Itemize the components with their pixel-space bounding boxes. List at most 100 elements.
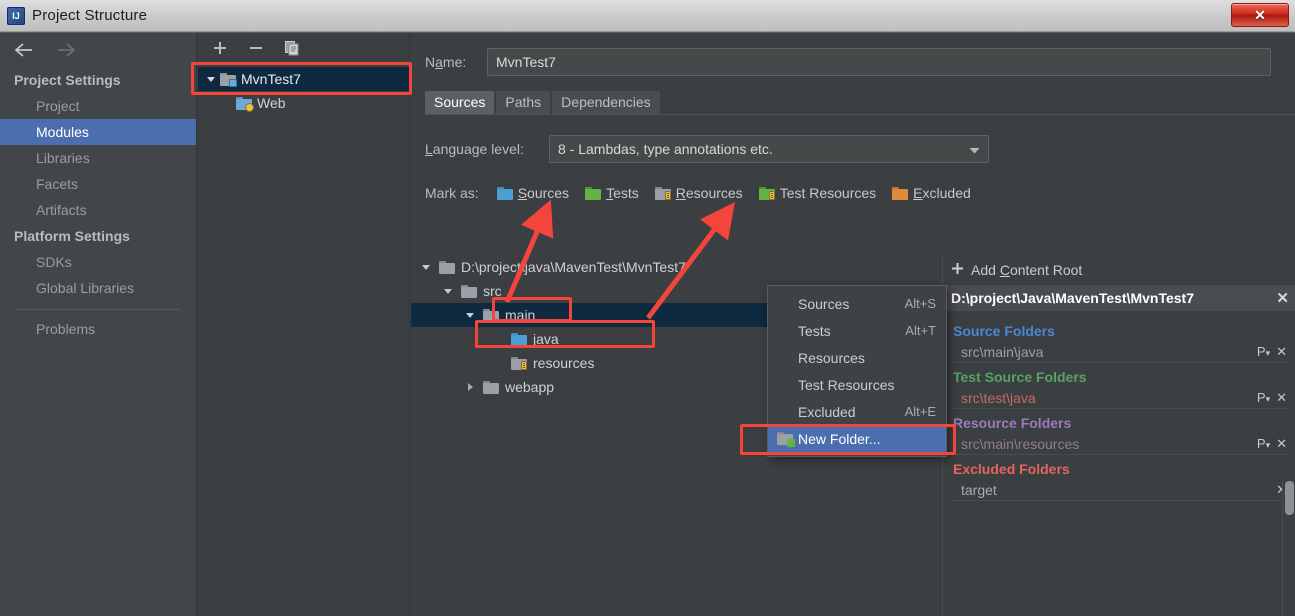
- tree-row-label: webapp: [505, 379, 555, 395]
- remove-module-button[interactable]: [246, 38, 266, 58]
- context-menu-label: Test Resources: [798, 376, 895, 393]
- tab-sources[interactable]: Sources: [425, 91, 495, 114]
- sidebar-item-sdks[interactable]: SDKs: [0, 249, 196, 275]
- context-menu-item-tests[interactable]: Tests Alt+T: [768, 317, 946, 344]
- content-root-body: Source Folders src\main\java P▾ ✕ Test S…: [943, 311, 1295, 501]
- folder-row-excluded[interactable]: target ✕: [951, 479, 1287, 501]
- folder-path: target: [961, 481, 997, 498]
- module-row-web[interactable]: Web: [198, 91, 409, 115]
- copy-module-button[interactable]: [282, 38, 302, 58]
- sidebar-item-problems[interactable]: Problems: [0, 316, 196, 342]
- sidebar-item-global-libraries[interactable]: Global Libraries: [0, 275, 196, 301]
- sidebar-item-modules[interactable]: Modules: [0, 119, 196, 145]
- folder-icon: [483, 308, 499, 322]
- language-level-dropdown[interactable]: 8 - Lambdas, type annotations etc.: [549, 135, 989, 163]
- context-menu-item-new-folder[interactable]: New Folder...: [768, 425, 946, 452]
- context-menu-label: Tests: [798, 322, 831, 339]
- group-title-test-source-folders: Test Source Folders: [953, 369, 1087, 385]
- sidebar-item-project[interactable]: Project: [0, 93, 196, 119]
- mark-as-excluded-button[interactable]: Excluded: [892, 185, 971, 201]
- resources-folder-icon: [654, 186, 671, 200]
- sidebar-group-project-settings: Project Settings: [14, 72, 121, 88]
- remove-folder-icon[interactable]: ✕: [1276, 390, 1287, 406]
- module-row-mvntest7[interactable]: MvnTest7: [198, 67, 409, 91]
- folder-path: src\main\java: [961, 343, 1044, 360]
- sidebar-item-libraries[interactable]: Libraries: [0, 145, 196, 171]
- chevron-down-icon: [969, 141, 980, 157]
- tree-row-label: src: [483, 283, 502, 299]
- folder-row-test-source[interactable]: src\test\java P▾ ✕: [951, 387, 1287, 409]
- folder-row-actions: P▾ ✕: [1257, 344, 1287, 360]
- mark-as-toolbar: Mark as: Sources Tests Resources Test Re…: [425, 181, 1295, 205]
- properties-icon[interactable]: P▾: [1257, 390, 1270, 405]
- module-name-input[interactable]: MvnTest7: [487, 48, 1271, 76]
- add-content-root-button[interactable]: Add Content Root: [943, 255, 1295, 285]
- scrollbar-thumb[interactable]: [1285, 481, 1294, 515]
- context-menu-shortcut: Alt+S: [904, 296, 936, 311]
- tab-paths[interactable]: Paths: [496, 91, 551, 114]
- language-level-value: 8 - Lambdas, type annotations etc.: [558, 141, 773, 157]
- tree-row-label: main: [505, 307, 536, 323]
- context-menu-label: Resources: [798, 349, 865, 366]
- folder-row-resource[interactable]: src\main\resources P▾ ✕: [951, 433, 1287, 455]
- mark-as-test-resources-button[interactable]: Test Resources: [758, 185, 876, 201]
- context-menu-item-excluded[interactable]: Excluded Alt+E: [768, 398, 946, 425]
- chevron-down-icon[interactable]: [419, 260, 433, 274]
- tree-row-content-root[interactable]: D:\project\java\MavenTest\MvnTest7: [411, 255, 936, 279]
- module-tabs: Sources Paths Dependencies: [425, 89, 1295, 115]
- chevron-down-icon[interactable]: [204, 72, 218, 86]
- tree-row-label: D:\project\java\MavenTest\MvnTest7: [461, 259, 686, 275]
- intellij-idea-icon: [7, 6, 25, 25]
- content-root-path: D:\project\Java\MavenTest\MvnTest7: [951, 290, 1195, 306]
- module-editor-panel: Name: MvnTest7 Sources Paths Dependencie…: [411, 33, 1295, 616]
- remove-folder-icon[interactable]: ✕: [1276, 344, 1287, 360]
- new-folder-icon: [777, 432, 795, 447]
- sidebar-item-facets[interactable]: Facets: [0, 171, 196, 197]
- language-level-row: Language level: 8 - Lambdas, type annota…: [425, 135, 1271, 163]
- test-resources-folder-icon: [758, 186, 775, 200]
- dialog-body: Project Settings Project Modules Librari…: [0, 32, 1295, 616]
- remove-folder-icon[interactable]: ✕: [1276, 436, 1287, 452]
- plus-icon: [951, 262, 964, 278]
- context-menu-label: Excluded: [798, 403, 856, 420]
- mark-as-sources-button[interactable]: Sources: [496, 185, 569, 201]
- module-row-label: Web: [257, 95, 286, 111]
- resources-folder-icon: [511, 356, 527, 370]
- mark-as-context-menu: Sources Alt+S Tests Alt+T Resources Test…: [767, 285, 947, 457]
- settings-sidebar: Project Settings Project Modules Librari…: [0, 33, 197, 616]
- sources-folder-icon: [496, 186, 513, 200]
- mark-as-resources-button[interactable]: Resources: [654, 185, 743, 201]
- folder-path: src\main\resources: [961, 435, 1080, 452]
- sidebar-group-platform-settings: Platform Settings: [14, 228, 130, 244]
- modules-list-panel: MvnTest7 Web: [198, 33, 410, 616]
- chevron-down-icon[interactable]: [441, 284, 455, 298]
- content-roots-scrollbar[interactable]: [1282, 477, 1295, 616]
- context-menu-item-resources[interactable]: Resources: [768, 344, 946, 371]
- close-window-button[interactable]: ✕: [1231, 3, 1289, 27]
- folder-row-source[interactable]: src\main\java P▾ ✕: [951, 341, 1287, 363]
- module-name-label: Name:: [425, 54, 467, 70]
- back-arrow-icon[interactable]: [12, 41, 36, 59]
- web-facet-icon: [236, 96, 254, 112]
- mark-as-label: Mark as:: [425, 185, 479, 201]
- title-bar: Project Structure ✕: [0, 0, 1295, 32]
- sources-folder-icon: [511, 332, 527, 346]
- properties-icon[interactable]: P▾: [1257, 344, 1270, 359]
- properties-icon[interactable]: P▾: [1257, 436, 1270, 451]
- mark-as-tests-button[interactable]: Tests: [585, 185, 639, 201]
- sidebar-divider: [16, 309, 180, 310]
- chevron-down-icon[interactable]: [463, 308, 477, 322]
- context-menu-item-sources[interactable]: Sources Alt+S: [768, 290, 946, 317]
- add-module-button[interactable]: [210, 38, 230, 58]
- folder-row-actions: P▾ ✕: [1257, 390, 1287, 406]
- folder-icon: [483, 380, 499, 394]
- tree-row-label: resources: [533, 355, 595, 371]
- context-menu-item-test-resources[interactable]: Test Resources: [768, 371, 946, 398]
- folder-icon: [461, 284, 477, 298]
- sidebar-item-artifacts[interactable]: Artifacts: [0, 197, 196, 223]
- tab-dependencies[interactable]: Dependencies: [552, 91, 660, 114]
- remove-content-root-icon[interactable]: ✕: [1276, 289, 1289, 307]
- context-menu-shortcut: Alt+T: [905, 323, 936, 338]
- module-folder-icon: [220, 72, 237, 87]
- chevron-right-icon[interactable]: [463, 380, 477, 394]
